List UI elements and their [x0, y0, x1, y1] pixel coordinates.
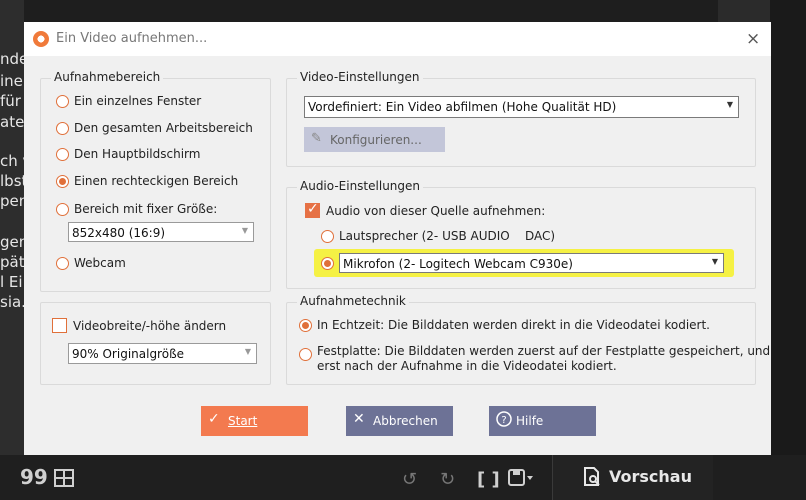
redo-icon[interactable]: ↻: [440, 469, 455, 490]
close-icon: ✕: [353, 411, 365, 427]
chevron-down-icon: ▼: [244, 347, 251, 356]
scale-value: 90% Originalgröße: [72, 347, 185, 361]
chevron-down-icon: ▼: [241, 226, 248, 235]
radio-selected-icon: [299, 319, 312, 332]
video-settings-group: Video-Einstellungen: [286, 70, 756, 167]
help-label: Hilfe: [516, 414, 544, 428]
bg-text-fragment: lbst: [0, 172, 24, 190]
bracket-icon[interactable]: [ ]: [477, 469, 500, 490]
bg-text-fragment: ine: [0, 72, 23, 90]
radio-label: Einen rechteckigen Bereich: [74, 174, 239, 188]
radio-label: Bereich mit fixer Größe:: [74, 202, 218, 216]
record-video-dialog: Ein Video aufnehmen... × Aufnahmebereich…: [24, 22, 771, 455]
check-icon: ✓: [208, 411, 220, 427]
quote-icon[interactable]: 99: [20, 465, 48, 489]
radio-icon: [321, 230, 334, 243]
radio-label: Festplatte: Die Bilddaten werden zuerst …: [317, 344, 770, 374]
bg-text-fragment: pen: [0, 192, 24, 210]
resize-checkbox[interactable]: [52, 318, 67, 333]
audio-settings-title: Audio-Einstellungen: [297, 179, 424, 193]
dialog-titlebar: Ein Video aufnehmen... ×: [24, 22, 771, 56]
cancel-button[interactable]: ✕ Abbrechen: [346, 406, 453, 436]
fixed-size-value: 852x480 (16:9): [72, 226, 166, 240]
bg-text-fragment: sia.: [0, 293, 24, 311]
bg-text-fragment: für: [0, 92, 21, 110]
microphone-select[interactable]: Mikrofon (2- Logitech Webcam C930e) ▼: [339, 253, 724, 273]
radio-label: Lautsprecher (2- USB AUDIO DAC): [339, 229, 556, 243]
dialog-title: Ein Video aufnehmen...: [56, 31, 208, 46]
bg-text-fragment: päte: [0, 253, 24, 271]
disk-label-line1: Festplatte: Die Bilddaten werden zuerst …: [317, 344, 771, 358]
document-search-icon: [583, 467, 601, 492]
radio-label: Den gesamten Arbeitsbereich: [74, 121, 253, 135]
resize-checkbox-label: Videobreite/-höhe ändern: [73, 319, 227, 333]
scale-select[interactable]: 90% Originalgröße ▼: [68, 343, 257, 364]
bg-text-fragment: nde: [0, 50, 24, 68]
video-preset-select[interactable]: Vordefiniert: Ein Video abfilmen (Hohe Q…: [304, 96, 739, 118]
start-button[interactable]: ✓ Start: [201, 406, 308, 436]
radio-icon: [56, 203, 69, 216]
chevron-down-icon: ▼: [711, 257, 718, 266]
radio-label: Den Hauptbildschirm: [74, 147, 201, 161]
radio-label: Webcam: [74, 256, 126, 270]
cancel-label: Abbrechen: [373, 414, 438, 428]
help-icon: ?: [496, 411, 512, 431]
app-icon: [33, 31, 49, 47]
background-editor-text: nde ine für ate ch v lbst pen gem päte l…: [0, 0, 24, 455]
start-label: Start: [228, 414, 258, 428]
close-icon[interactable]: ×: [746, 29, 760, 49]
radio-selected-icon: [56, 175, 69, 188]
radio-icon: [299, 348, 312, 361]
radio-label: In Echtzeit: Die Bilddaten werden direkt…: [317, 318, 710, 332]
configure-button[interactable]: ✎ Konfigurieren...: [304, 127, 445, 152]
audio-source-checkbox[interactable]: [305, 201, 320, 218]
pencil-icon: ✎: [311, 131, 322, 146]
video-preset-value: Vordefiniert: Ein Video abfilmen (Hohe Q…: [308, 100, 617, 114]
svg-text:?: ?: [501, 415, 506, 426]
radio-icon: [56, 122, 69, 135]
fixed-size-select[interactable]: 852x480 (16:9) ▼: [68, 222, 254, 242]
save-icon[interactable]: [508, 469, 534, 492]
radio-icon: [56, 257, 69, 270]
radio-icon: [56, 95, 69, 108]
undo-icon[interactable]: ↺: [402, 469, 417, 490]
bg-text-fragment: l Ei: [0, 273, 23, 291]
preview-label: Vorschau: [609, 467, 692, 486]
help-button[interactable]: ? Hilfe: [489, 406, 596, 436]
bg-text-fragment: ch v: [0, 152, 24, 170]
table-icon[interactable]: [54, 469, 74, 492]
bg-text-fragment: ate: [0, 113, 24, 131]
microphone-value: Mikrofon (2- Logitech Webcam C930e): [343, 257, 573, 271]
video-settings-title: Video-Einstellungen: [297, 70, 423, 84]
bg-text-fragment: gem: [0, 233, 24, 251]
radio-icon: [56, 148, 69, 161]
chevron-down-icon: ▼: [726, 100, 733, 109]
preview-button[interactable]: Vorschau: [552, 455, 713, 500]
disk-label-line2: erst nach der Aufnahme in die Videodatei…: [317, 359, 617, 373]
capture-area-title: Aufnahmebereich: [51, 70, 164, 84]
radio-selected-icon: [321, 257, 334, 270]
audio-source-label: Audio von dieser Quelle aufnehmen:: [326, 204, 546, 218]
radio-label: Ein einzelnes Fenster: [74, 94, 202, 108]
configure-label: Konfigurieren...: [330, 133, 422, 147]
technique-title: Aufnahmetechnik: [297, 294, 409, 308]
